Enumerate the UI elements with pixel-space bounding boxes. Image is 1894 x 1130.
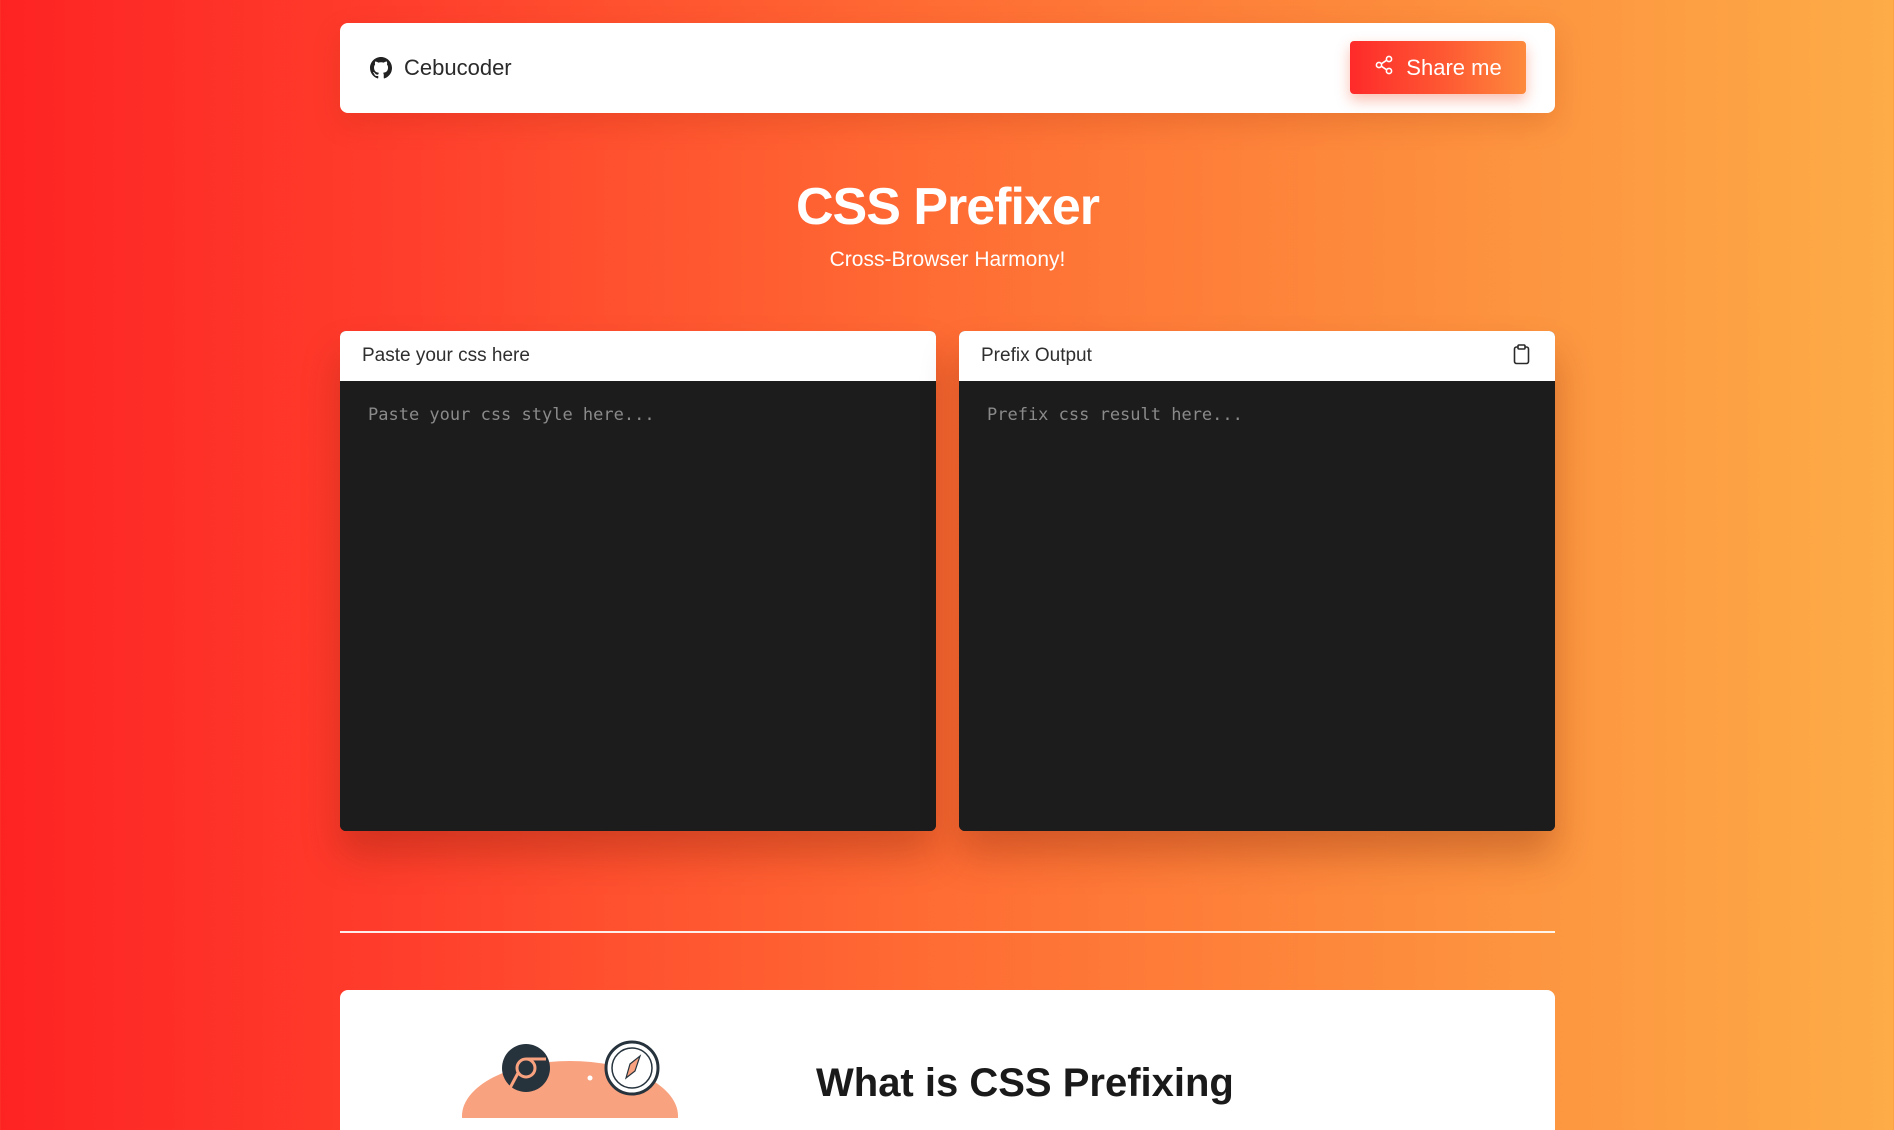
prefix-output-panel: Prefix Output: [959, 331, 1555, 831]
what-is-prefixing-card: What is CSS Prefixing: [340, 990, 1555, 1130]
prefix-output-editor[interactable]: [959, 381, 1555, 831]
input-panel-header: Paste your css here: [340, 331, 936, 381]
share-label: Share me: [1406, 54, 1502, 80]
brand-label: Cebucoder: [404, 55, 512, 80]
css-input-panel: Paste your css here: [340, 331, 936, 831]
page-subtitle: Cross-Browser Harmony!: [829, 248, 1066, 271]
clipboard-icon: [1513, 344, 1530, 368]
browser-illustration: [460, 1038, 680, 1130]
page-title: CSS Prefixer: [795, 178, 1100, 236]
output-panel-title: Prefix Output: [981, 345, 1092, 366]
css-input-editor[interactable]: [340, 381, 936, 831]
section-divider: [340, 931, 1555, 933]
copy-output-button[interactable]: [1509, 343, 1533, 369]
share-button[interactable]: Share me: [1350, 41, 1526, 94]
safari-icon: [604, 1040, 660, 1096]
top-navbar: Cebucoder Share me: [340, 23, 1555, 113]
input-panel-title: Paste your css here: [362, 345, 530, 366]
info-section-title: What is CSS Prefixing: [816, 1061, 1234, 1105]
output-panel-header: Prefix Output: [959, 331, 1555, 381]
share-icon: [1374, 55, 1394, 81]
chrome-icon: [502, 1044, 550, 1092]
github-icon: [370, 57, 392, 79]
github-brand-link[interactable]: Cebucoder: [370, 23, 512, 113]
